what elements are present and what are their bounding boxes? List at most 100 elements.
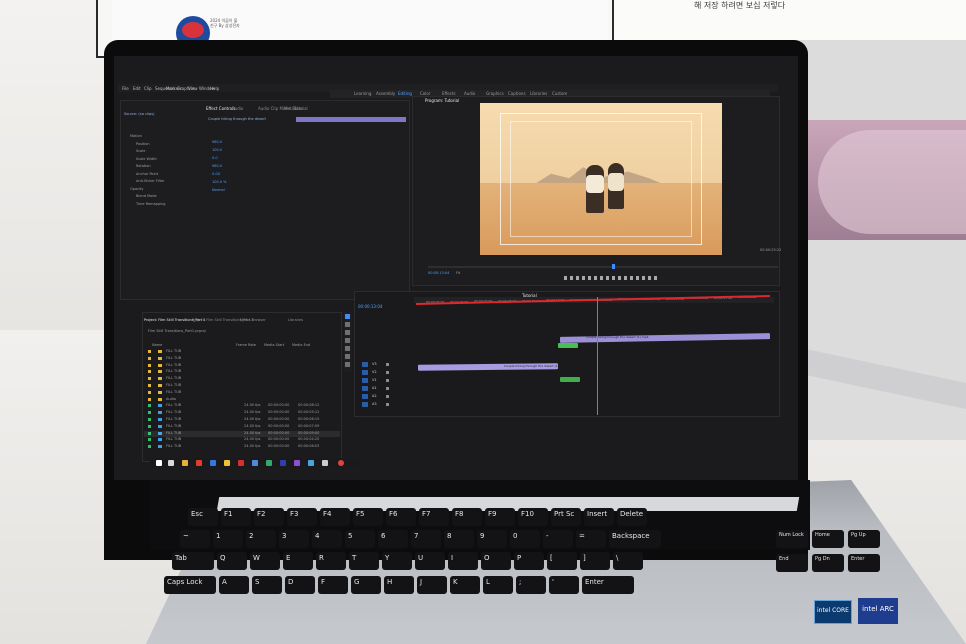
timeline-transition-1[interactable]	[558, 343, 578, 348]
key-f6[interactable]: F6	[386, 508, 416, 526]
key-w[interactable]: W	[250, 552, 280, 570]
project-item-name[interactable]: Audio	[166, 397, 176, 401]
project-item-name[interactable]: FILL TUB	[166, 417, 181, 421]
key-h[interactable]: H	[384, 576, 414, 594]
key-f5[interactable]: F5	[353, 508, 383, 526]
key-f4[interactable]: F4	[320, 508, 350, 526]
key-f9[interactable]: F9	[485, 508, 515, 526]
transport-button-icon[interactable]	[594, 276, 597, 280]
menu-item-edit[interactable]: Edit	[133, 86, 141, 91]
key-p[interactable]: P	[514, 552, 544, 570]
key--[interactable]: \	[613, 552, 643, 570]
numpad-key-0[interactable]: Num Lock	[776, 530, 808, 548]
ripple-edit-tool-icon[interactable]	[345, 330, 350, 335]
effect-value-1[interactable]: 100.0	[212, 148, 222, 152]
app-icon-purple[interactable]	[294, 460, 300, 466]
key-3[interactable]: 3	[279, 530, 309, 548]
app-icon-red[interactable]	[238, 460, 244, 466]
project-column-1[interactable]: Frame Rate	[236, 343, 256, 347]
key-j[interactable]: J	[417, 576, 447, 594]
key-esc[interactable]: Esc	[188, 508, 218, 526]
project-item-name[interactable]: FILL TUB	[166, 363, 181, 367]
timeline-playhead[interactable]	[597, 297, 598, 415]
project-item-name[interactable]: FILL TUB	[166, 390, 181, 394]
key-f[interactable]: F	[318, 576, 348, 594]
transport-button-icon[interactable]	[570, 276, 573, 280]
key--[interactable]: -	[543, 530, 573, 548]
key--[interactable]: ]	[580, 552, 610, 570]
key-9[interactable]: 9	[477, 530, 507, 548]
project-selected-row[interactable]	[144, 430, 340, 437]
track-select-tool-icon[interactable]	[345, 322, 350, 327]
key--[interactable]: [	[547, 552, 577, 570]
project-item-name[interactable]: FILL TUB	[166, 424, 181, 428]
chrome-icon[interactable]	[196, 460, 202, 466]
timeline-timecode[interactable]: 00:00:13:04	[358, 304, 382, 309]
hand-tool-icon[interactable]	[345, 362, 350, 367]
project-column-3[interactable]: Media End	[292, 343, 310, 347]
project-item-name[interactable]: FILL TUB	[166, 403, 181, 407]
slip-tool-icon[interactable]	[345, 346, 350, 351]
app-icon-blue[interactable]	[252, 460, 258, 466]
track-eye-icon[interactable]	[386, 403, 389, 406]
key-backspace[interactable]: Backspace	[609, 530, 661, 548]
app-icon-yellow[interactable]	[224, 460, 230, 466]
app-icon-gray[interactable]	[322, 460, 328, 466]
key--[interactable]: '	[549, 576, 579, 594]
menu-item-file[interactable]: File	[122, 86, 129, 91]
effect-tab-0[interactable]: Effect Controls	[206, 106, 235, 111]
project-item-name[interactable]: FILL TUB	[166, 410, 181, 414]
effect-value-2[interactable]: 0.0	[212, 156, 218, 160]
effect-clip-bar[interactable]	[296, 117, 406, 122]
windows-start-icon[interactable]	[156, 460, 162, 466]
effect-value-5[interactable]: 100.0 %	[212, 180, 226, 184]
transport-button-icon[interactable]	[612, 276, 615, 280]
key-delete[interactable]: Delete	[617, 508, 647, 526]
key-0[interactable]: 0	[510, 530, 540, 548]
workspace-editing[interactable]: Editing	[398, 91, 412, 96]
key-tab[interactable]: Tab	[172, 552, 214, 570]
key-f7[interactable]: F7	[419, 508, 449, 526]
transport-button-icon[interactable]	[588, 276, 591, 280]
key-7[interactable]: 7	[411, 530, 441, 548]
program-tab[interactable]: Program: Tutorial	[425, 98, 459, 103]
project-column-2[interactable]: Media Start	[264, 343, 284, 347]
key-e[interactable]: E	[283, 552, 313, 570]
key-insert[interactable]: Insert	[584, 508, 614, 526]
track-target-button[interactable]	[362, 378, 368, 383]
project-tab-3[interactable]: Libraries	[288, 318, 303, 322]
key-d[interactable]: D	[285, 576, 315, 594]
track-eye-icon[interactable]	[386, 371, 389, 374]
numpad-key-4[interactable]: Pg Dn	[812, 554, 844, 572]
transport-button-icon[interactable]	[618, 276, 621, 280]
effect-value-4[interactable]: 0.00	[212, 172, 220, 176]
project-item-name[interactable]: FILL TUB	[166, 369, 181, 373]
transport-button-icon[interactable]	[576, 276, 579, 280]
program-playhead[interactable]	[612, 264, 615, 269]
project-item-name[interactable]: FILL TUB	[166, 349, 181, 353]
key-l[interactable]: L	[483, 576, 513, 594]
transport-button-icon[interactable]	[654, 276, 657, 280]
file-explorer-icon[interactable]	[182, 460, 188, 466]
key-t[interactable]: T	[349, 552, 379, 570]
key-q[interactable]: Q	[217, 552, 247, 570]
menu-item-help[interactable]: Help	[210, 86, 219, 91]
selection-tool-icon[interactable]	[345, 314, 350, 319]
key-r[interactable]: R	[316, 552, 346, 570]
key-f3[interactable]: F3	[287, 508, 317, 526]
key-f1[interactable]: F1	[221, 508, 251, 526]
project-tab-2[interactable]: Media Browser	[240, 318, 266, 322]
key-4[interactable]: 4	[312, 530, 342, 548]
project-item-name[interactable]: FILL TUB	[166, 356, 181, 360]
transport-button-icon[interactable]	[606, 276, 609, 280]
key-2[interactable]: 2	[246, 530, 276, 548]
key-f2[interactable]: F2	[254, 508, 284, 526]
track-target-button[interactable]	[362, 394, 368, 399]
key-i[interactable]: I	[448, 552, 478, 570]
track-eye-icon[interactable]	[386, 387, 389, 390]
transport-button-icon[interactable]	[564, 276, 567, 280]
transport-button-icon[interactable]	[600, 276, 603, 280]
key-enter[interactable]: Enter	[582, 576, 634, 594]
key-y[interactable]: Y	[382, 552, 412, 570]
project-item-name[interactable]: FILL TUB	[166, 376, 181, 380]
